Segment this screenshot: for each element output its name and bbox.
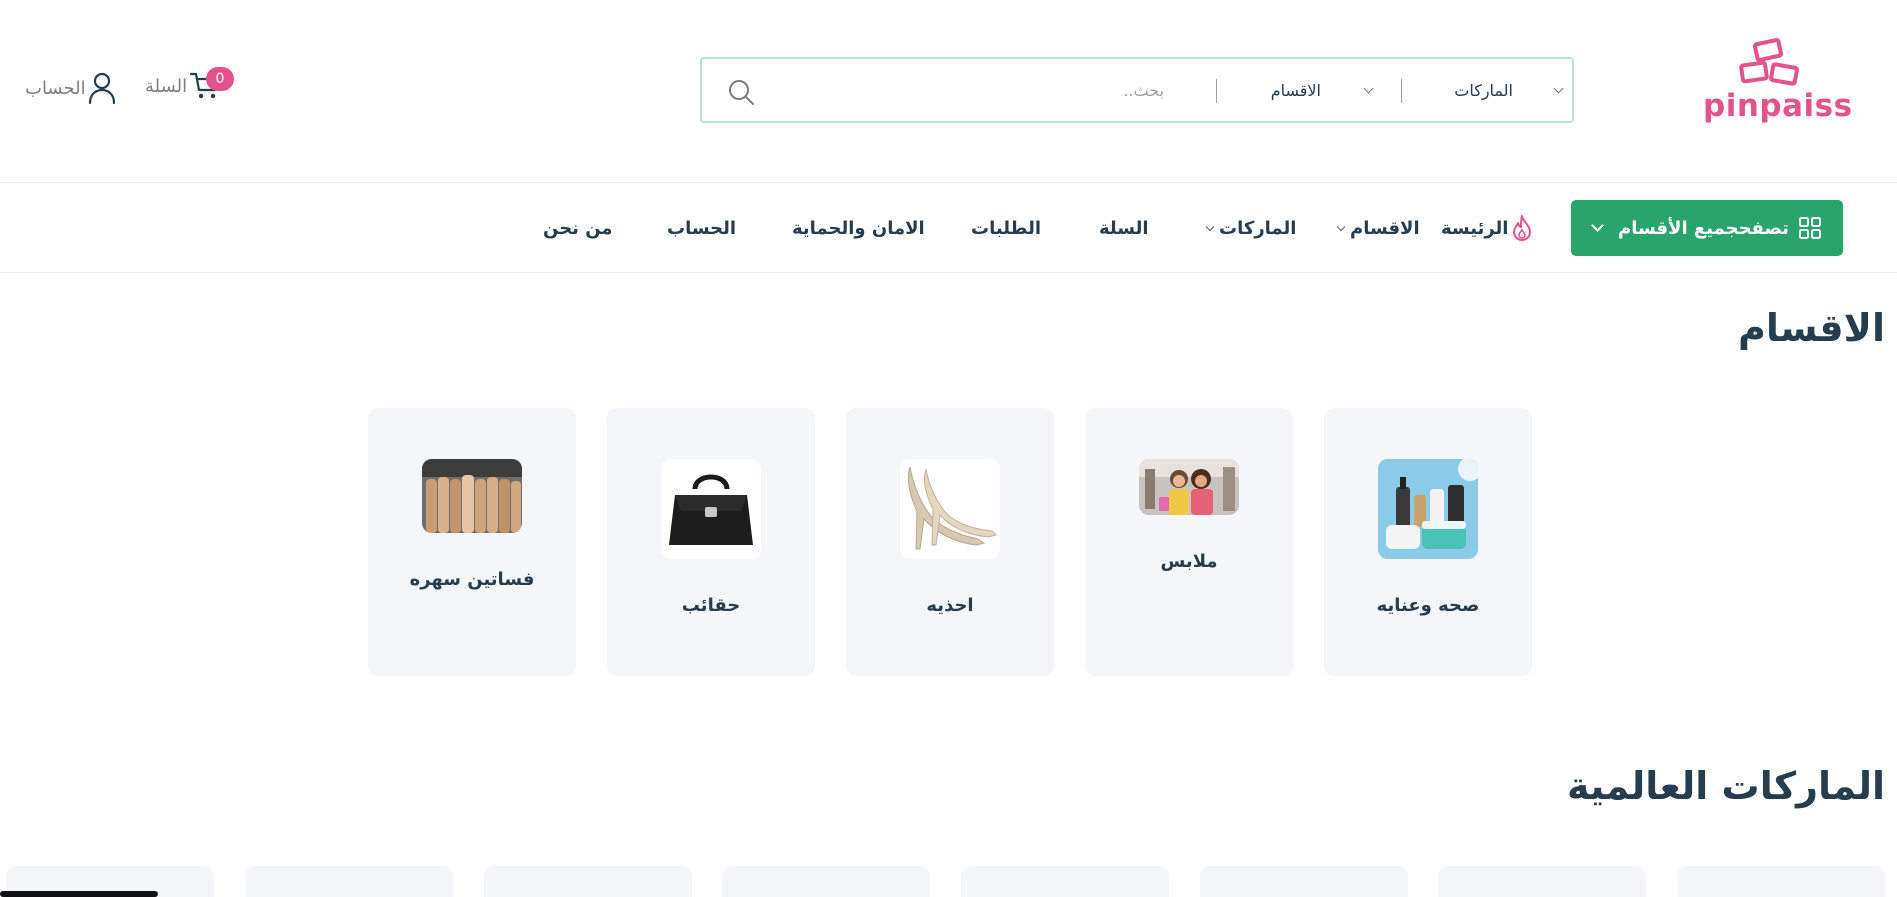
nav-item-cart[interactable]: السلة bbox=[1099, 183, 1149, 273]
nav-item-home[interactable]: الرئيسة bbox=[1441, 183, 1508, 273]
bridesmaids-dresses-image bbox=[422, 459, 522, 533]
brand-card[interactable] bbox=[1438, 866, 1646, 897]
category-image bbox=[1378, 459, 1478, 559]
cart-label: السلة bbox=[145, 75, 188, 97]
user-icon bbox=[88, 72, 115, 105]
shopping-women-image bbox=[1139, 459, 1239, 515]
nav-item-orders[interactable]: الطلبات bbox=[971, 183, 1041, 273]
search-input[interactable] bbox=[784, 59, 1164, 121]
category-image bbox=[422, 459, 522, 533]
cart-count-badge: 0 bbox=[206, 67, 234, 91]
categories-section-title: الاقسام bbox=[1738, 306, 1885, 350]
search-categories-label: الاقسام bbox=[1270, 80, 1321, 100]
search-brands-dropdown[interactable]: الماركات bbox=[1454, 59, 1564, 121]
category-card[interactable]: ملابس bbox=[1085, 408, 1293, 676]
browse-categories-label: تصفحجميع الأقسام bbox=[1618, 217, 1789, 239]
logo[interactable]: pinpaiss bbox=[1700, 38, 1853, 128]
category-label: ملابس bbox=[1160, 551, 1218, 572]
main-nav: تصفحجميع الأقسام الرئيسة الاقسام الماركا… bbox=[0, 183, 1897, 273]
fire-icon bbox=[1513, 215, 1531, 241]
nav-item-account[interactable]: الحساب bbox=[667, 183, 736, 273]
search-icon[interactable] bbox=[726, 77, 756, 107]
scroll-indicator bbox=[0, 891, 158, 897]
account-label: الحساب bbox=[25, 77, 86, 99]
category-label: صحه وعنايه bbox=[1376, 595, 1480, 616]
chevron-down-icon bbox=[1205, 222, 1215, 232]
category-label: فساتين سهره bbox=[409, 569, 535, 590]
nav-item-brands[interactable]: الماركات bbox=[1205, 183, 1297, 273]
logo-text: pinpaiss bbox=[1703, 88, 1853, 124]
chevron-down-icon bbox=[1591, 219, 1604, 232]
nav-item-about[interactable]: من نحن bbox=[543, 183, 613, 273]
brand-card[interactable] bbox=[1200, 866, 1408, 897]
category-image bbox=[1139, 459, 1239, 515]
search-brands-label: الماركات bbox=[1454, 80, 1513, 100]
brand-card[interactable] bbox=[722, 866, 930, 897]
category-card[interactable]: احذيه bbox=[846, 408, 1054, 676]
category-image bbox=[900, 459, 1000, 559]
glitter-heels-image bbox=[900, 459, 1000, 559]
category-label: حقائب bbox=[681, 595, 741, 616]
nav-item-categories[interactable]: الاقسام bbox=[1336, 183, 1420, 273]
divider bbox=[1401, 79, 1402, 103]
browse-categories-button[interactable]: تصفحجميع الأقسام bbox=[1571, 200, 1843, 256]
brand-card[interactable] bbox=[484, 866, 692, 897]
chevron-down-icon bbox=[1336, 222, 1346, 232]
black-handbag-image bbox=[661, 459, 761, 559]
site-header: pinpaiss الماركات الاقسام السلة 0 الحساب bbox=[0, 0, 1897, 183]
category-image bbox=[661, 459, 761, 559]
grid-icon bbox=[1799, 217, 1821, 239]
search-bar: الماركات الاقسام bbox=[700, 57, 1574, 123]
cosmetics-image bbox=[1378, 459, 1478, 559]
chevron-down-icon bbox=[1553, 83, 1564, 93]
search-categories-dropdown[interactable]: الاقسام bbox=[1270, 59, 1374, 121]
chevron-down-icon bbox=[1363, 83, 1374, 93]
brand-card[interactable] bbox=[1677, 866, 1885, 897]
brand-card[interactable] bbox=[245, 866, 453, 897]
nav-item-categories-label: الاقسام bbox=[1350, 217, 1420, 239]
category-card[interactable]: حقائب bbox=[607, 408, 815, 676]
brands-section-title: الماركات العالمية bbox=[1566, 764, 1885, 808]
nav-item-brands-label: الماركات bbox=[1219, 217, 1297, 239]
nav-item-security[interactable]: الامان والحماية bbox=[792, 183, 925, 273]
account-link[interactable]: الحساب bbox=[25, 70, 118, 106]
brand-card[interactable] bbox=[961, 866, 1169, 897]
category-card[interactable]: فساتين سهره bbox=[368, 408, 576, 676]
category-card[interactable]: صحه وعنايه bbox=[1324, 408, 1532, 676]
divider bbox=[1216, 79, 1217, 103]
category-label: احذيه bbox=[926, 595, 974, 616]
